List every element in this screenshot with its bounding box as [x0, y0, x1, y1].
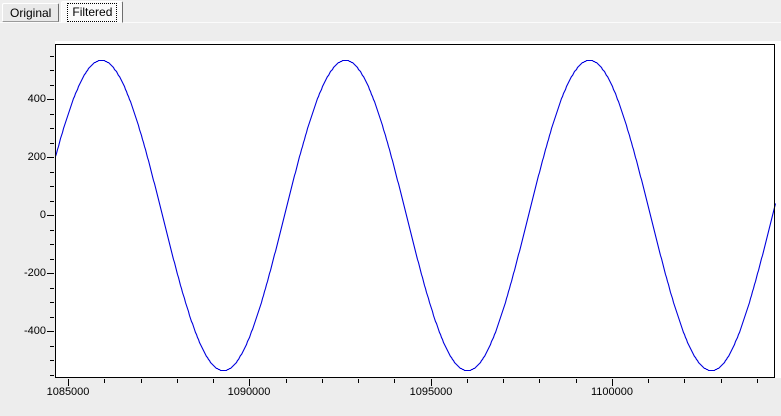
y-tick-label: -200 — [4, 267, 46, 279]
y-tick-label: 0 — [4, 209, 46, 221]
y-tick-label: -400 — [4, 325, 46, 337]
y-tick-label: 400 — [4, 93, 46, 105]
tab-page-filtered: 1085000 1090000 1095000 1100000 -400 -200 0 200… — [0, 22, 781, 416]
tab-original-label: Original — [10, 6, 51, 20]
tab-filtered[interactable]: Filtered — [61, 1, 123, 23]
tab-original[interactable]: Original — [2, 3, 59, 22]
y-tick-label: 200 — [4, 151, 46, 163]
tab-filtered-label: Filtered — [67, 3, 117, 22]
tab-bar: Original Filtered — [0, 0, 781, 22]
app-window: Original Filtered 1085000109000010950001… — [0, 0, 781, 416]
signal-plot — [0, 23, 781, 416]
x-tick-label: 1100000 — [591, 386, 633, 398]
x-tick-label: 1085000 — [47, 386, 90, 398]
x-tick-label: 1095000 — [410, 386, 453, 398]
x-tick-label: 1090000 — [228, 386, 271, 398]
